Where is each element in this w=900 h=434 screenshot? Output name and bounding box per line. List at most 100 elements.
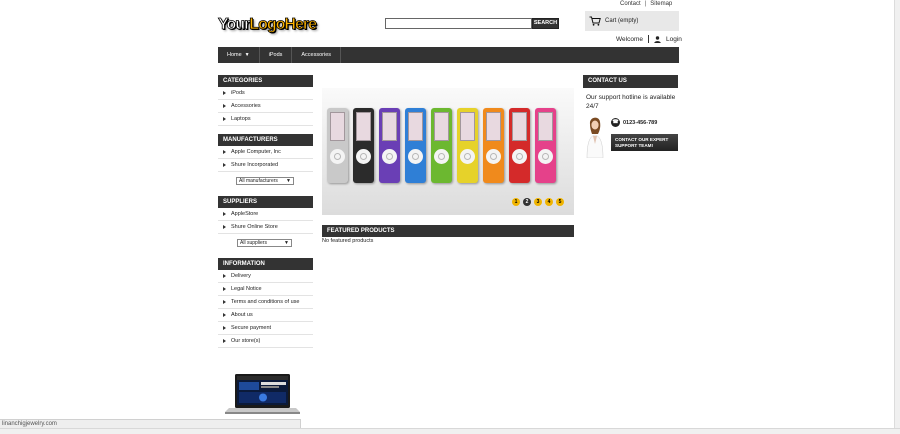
contact-link[interactable]: Contact [620,1,641,7]
ipod-screen [486,112,501,141]
ipod-nano-image [431,108,452,183]
slider-dot[interactable]: 4 [545,198,553,206]
nav-item-accessories[interactable]: Accessories [292,47,342,63]
bullet-arrow-icon [223,274,226,278]
manufacturer-label: Apple Computer, Inc [231,149,281,155]
bullet-arrow-icon [223,163,226,167]
nav-home-label: Home [227,52,242,58]
information-label: Our store(s) [231,338,261,344]
user-icon [654,35,661,43]
support-agent-image [586,117,604,158]
search-input[interactable] [385,18,532,29]
contact-expert-button[interactable]: CONTACT OUR EXPERT SUPPORT TEAM! [611,134,678,151]
information-item[interactable]: About us [218,309,313,322]
vertical-scrollbar[interactable] [894,0,900,428]
welcome-text: Welcome [616,35,643,43]
slider-dot-active[interactable]: 2 [523,198,531,206]
category-label: iPods [231,90,245,96]
main-nav: Home ▼ iPods Accessories [218,47,679,63]
horizontal-scrollbar[interactable] [0,428,900,434]
manufacturer-select[interactable]: All manufacturers ▼ [236,177,294,185]
manufacturer-label: Shure Incorporated [231,162,279,168]
information-item[interactable]: Our store(s) [218,335,313,348]
phone-icon: ☎ [611,118,620,127]
ipod-click-wheel [512,149,527,164]
homepage-slider[interactable]: 1 2 3 4 5 [322,88,574,215]
information-label: Delivery [231,273,251,279]
information-item[interactable]: Secure payment [218,322,313,335]
cart-block[interactable]: Cart (empty) [585,11,679,31]
information-item[interactable]: Terms and conditions of use [218,296,313,309]
cart-label: Cart (empty) [605,18,639,24]
ipod-nano-image [353,108,374,183]
chevron-down-icon: ▼ [286,178,291,184]
nav-item-home[interactable]: Home ▼ [218,47,260,63]
support-phone: ☎ 0123-456-789 [611,118,657,127]
category-label: Accessories [231,103,261,109]
category-item[interactable]: Accessories [218,100,313,113]
information-title: INFORMATION [218,258,313,270]
ipod-screen [356,112,371,141]
ipod-click-wheel [408,149,423,164]
site-logo[interactable]: Your LogoHere [218,14,318,36]
supplier-select[interactable]: All suppliers ▼ [237,239,292,247]
cart-icon [589,16,601,26]
slider-pagination: 1 2 3 4 5 [512,198,564,206]
chevron-down-icon: ▼ [244,52,250,58]
information-label: Secure payment [231,325,272,331]
ipod-nano-image [327,108,348,183]
supplier-label: Shure Online Store [231,224,278,230]
ipod-click-wheel [538,149,553,164]
ipod-nano-image [379,108,400,183]
search-button[interactable]: SEARCH [532,18,559,29]
top-links-separator: | [644,1,647,7]
ipod-screen [434,112,449,141]
bullet-arrow-icon [223,104,226,108]
supplier-select-value: All suppliers [240,240,267,246]
bullet-arrow-icon [223,225,226,229]
nav-ipods-label: iPods [268,52,283,58]
nav-item-ipods[interactable]: iPods [260,47,293,63]
ipod-screen [408,112,423,141]
information-item[interactable]: Legal Notice [218,283,313,296]
information-label: About us [231,312,253,318]
ipod-screen [330,112,345,141]
ipod-nano-image [483,108,504,183]
supplier-item[interactable]: AppleStore [218,208,313,221]
login-link[interactable]: Login [666,36,682,43]
top-links: Contact | Sitemap [620,1,672,7]
featured-products-title: FEATURED PRODUCTS [322,225,574,237]
ipod-click-wheel [330,149,345,164]
sitemap-link[interactable]: Sitemap [650,1,672,7]
ipod-screen [538,112,553,141]
bullet-arrow-icon [223,91,226,95]
nav-accessories-label: Accessories [301,52,332,58]
information-item[interactable]: Delivery [218,270,313,283]
supplier-item[interactable]: Shure Online Store [218,221,313,234]
chevron-down-icon: ▼ [284,240,289,246]
slider-dot[interactable]: 1 [512,198,520,206]
ipod-click-wheel [460,149,475,164]
ipod-nano-image [457,108,478,183]
bullet-arrow-icon [223,300,226,304]
slider-dot[interactable]: 5 [556,198,564,206]
bullet-arrow-icon [223,313,226,317]
ipod-click-wheel [434,149,449,164]
logo-text-your: Your [218,16,251,34]
account-divider [647,35,649,43]
category-label: Laptops [231,116,251,122]
category-item[interactable]: iPods [218,87,313,100]
slider-dot[interactable]: 3 [534,198,542,206]
manufacturer-item[interactable]: Shure Incorporated [218,159,313,172]
bullet-arrow-icon [223,212,226,216]
category-item[interactable]: Laptops [218,113,313,126]
laptop-preview-image [225,374,300,414]
bullet-arrow-icon [223,150,226,154]
manufacturer-item[interactable]: Apple Computer, Inc [218,146,313,159]
bullet-arrow-icon [223,287,226,291]
information-label: Terms and conditions of use [231,299,300,305]
logo-text-logohere: LogoHere [249,16,317,34]
account-bar: Welcome Login [616,35,682,43]
manufacturer-select-value: All manufacturers [239,178,278,184]
bullet-arrow-icon [223,339,226,343]
